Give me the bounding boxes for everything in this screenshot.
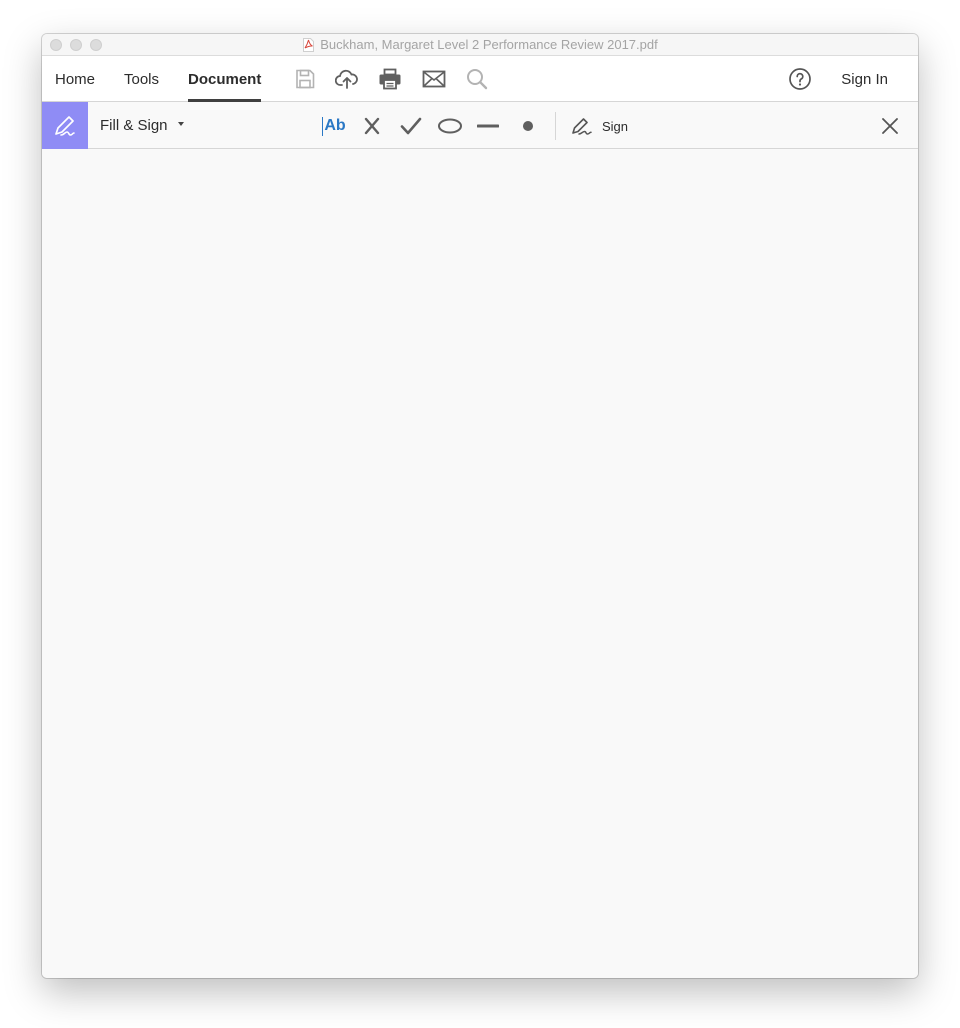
- zoom-window-button[interactable]: [90, 39, 102, 51]
- tab-tools[interactable]: Tools: [124, 56, 159, 102]
- window-title-text: Buckham, Margaret Level 2 Performance Re…: [320, 37, 658, 52]
- print-icon[interactable]: [378, 67, 402, 91]
- cross-mark-icon: [364, 117, 380, 135]
- sign-button[interactable]: Sign: [570, 113, 630, 139]
- close-icon: [882, 118, 898, 134]
- close-window-button[interactable]: [50, 39, 62, 51]
- cross-mark-tool[interactable]: [362, 113, 382, 139]
- chevron-down-icon[interactable]: [178, 122, 184, 126]
- save-icon[interactable]: [293, 67, 317, 91]
- upload-cloud-icon[interactable]: [334, 67, 359, 91]
- check-mark-tool[interactable]: [399, 113, 423, 139]
- check-mark-icon: [400, 117, 422, 135]
- minimize-window-button[interactable]: [70, 39, 82, 51]
- window-title: Buckham, Margaret Level 2 Performance Re…: [302, 37, 658, 52]
- tab-home[interactable]: Home: [55, 56, 95, 102]
- pdf-file-icon: [302, 37, 315, 52]
- line-icon: [477, 124, 499, 128]
- fill-sign-pen-icon: [42, 102, 88, 149]
- search-icon[interactable]: [465, 67, 489, 91]
- ellipse-icon: [438, 118, 462, 134]
- add-text-icon: [322, 116, 324, 136]
- acrobat-window: Buckham, Margaret Level 2 Performance Re…: [42, 34, 918, 978]
- add-text-tool[interactable]: Ab: [320, 113, 348, 139]
- fill-sign-dropdown[interactable]: Fill & Sign: [100, 102, 168, 149]
- toolbar-divider: [555, 112, 556, 140]
- add-text-label: Ab: [324, 117, 346, 134]
- dot-icon: [523, 121, 533, 131]
- help-icon[interactable]: [788, 67, 812, 91]
- ellipse-tool[interactable]: [437, 113, 463, 139]
- sign-pen-icon: [572, 118, 592, 135]
- line-tool[interactable]: [477, 113, 499, 139]
- fill-sign-toolbar: Fill & Sign Ab Sign: [42, 102, 918, 149]
- email-icon[interactable]: [422, 67, 446, 91]
- sign-in-link[interactable]: Sign In: [841, 56, 888, 103]
- title-bar: Buckham, Margaret Level 2 Performance Re…: [42, 34, 918, 56]
- close-toolbar-button[interactable]: [880, 113, 900, 139]
- window-controls: [50, 39, 102, 51]
- document-canvas[interactable]: [42, 150, 918, 978]
- sign-label: Sign: [602, 118, 629, 134]
- top-nav-bar: Home Tools Document Sign In: [42, 56, 918, 102]
- tab-document[interactable]: Document: [188, 56, 262, 102]
- dot-tool[interactable]: [520, 113, 536, 139]
